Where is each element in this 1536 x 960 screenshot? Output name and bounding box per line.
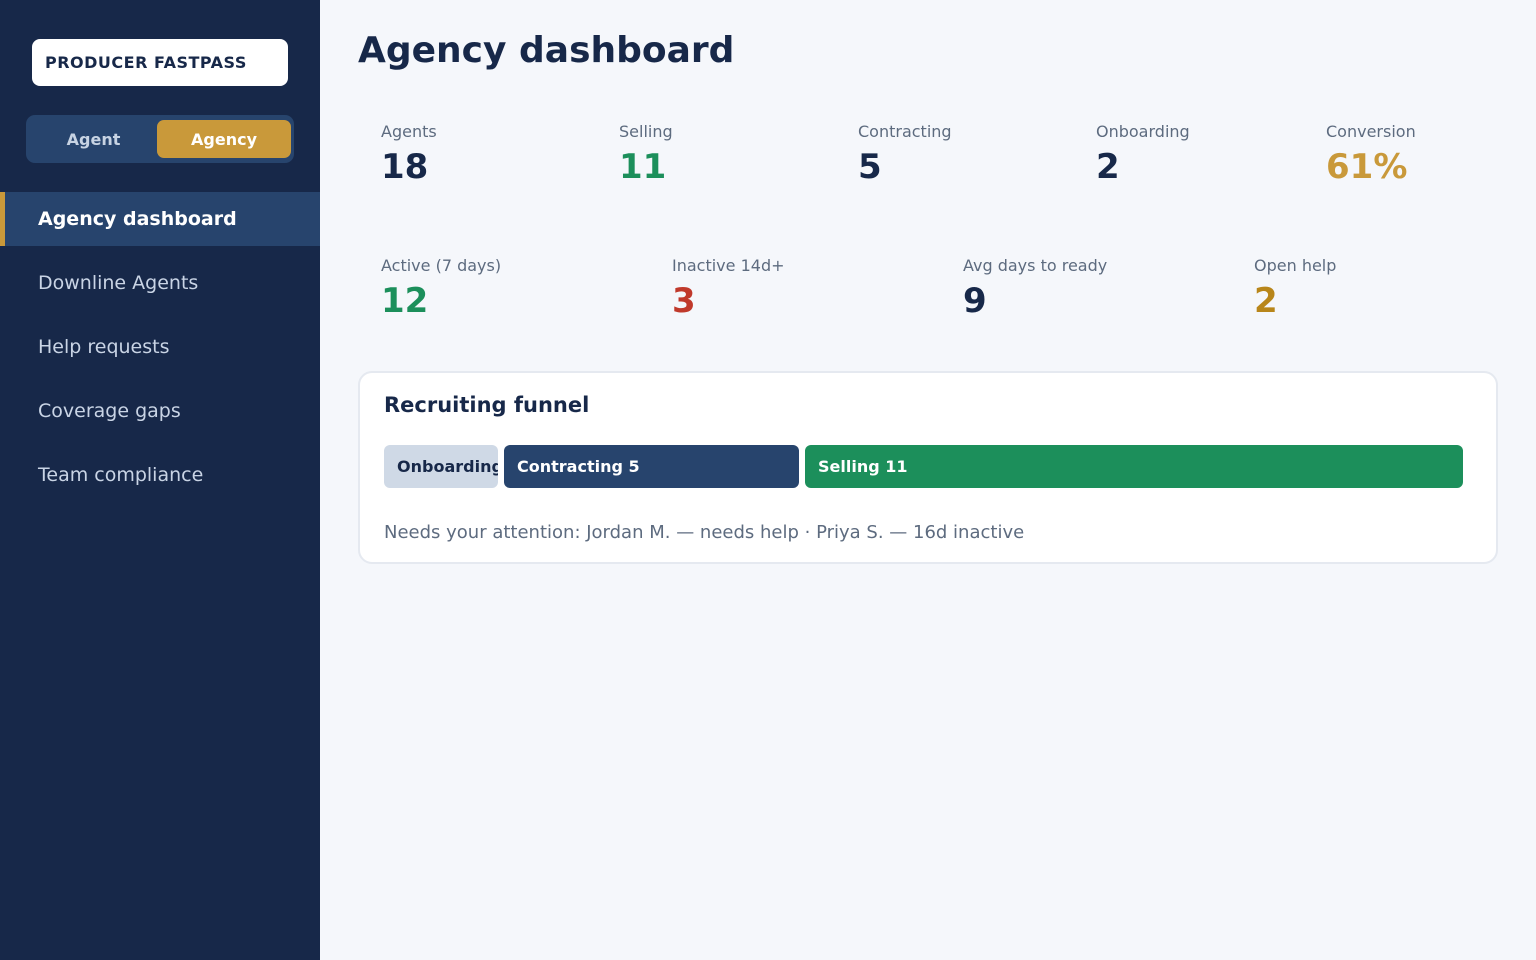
stat-value: 9 (963, 281, 987, 321)
attention-message: Needs your attention: Jordan M. — needs … (384, 522, 1025, 543)
stat-onboarding: Onboarding 2 (1096, 122, 1190, 187)
stat-value: 18 (381, 147, 429, 187)
stat-label: Agents (381, 122, 437, 141)
sidebar-item-downline-agents[interactable]: Downline Agents (0, 256, 320, 310)
app-root: PRODUCER FASTPASS Agent Agency Agency da… (0, 0, 1536, 960)
page-title: Agency dashboard (358, 30, 735, 71)
stat-agents: Agents 18 (381, 122, 437, 187)
stat-value: 11 (619, 147, 667, 187)
stat-value: 2 (1096, 147, 1120, 187)
stat-avg-days-to-ready: Avg days to ready 9 (963, 256, 1107, 321)
sidebar: PRODUCER FASTPASS Agent Agency Agency da… (0, 0, 320, 960)
stat-value: 3 (672, 281, 696, 321)
stat-conversion: Conversion 61% (1326, 122, 1416, 187)
brand-logo: PRODUCER FASTPASS (32, 39, 288, 86)
stat-value: 12 (381, 281, 429, 321)
card-title: Recruiting funnel (384, 393, 590, 417)
mode-agency-button[interactable]: Agency (157, 120, 291, 158)
sidebar-item-help-requests[interactable]: Help requests (0, 320, 320, 374)
stat-label: Onboarding (1096, 122, 1190, 141)
funnel-segment-selling[interactable]: Selling 11 (805, 445, 1463, 488)
sidebar-item-team-compliance[interactable]: Team compliance (0, 448, 320, 502)
sidebar-nav: Agency dashboard Downline Agents Help re… (0, 192, 320, 512)
stat-label: Selling (619, 122, 673, 141)
stat-contracting: Contracting 5 (858, 122, 952, 187)
funnel-segment-onboarding[interactable]: Onboarding 2 (384, 445, 498, 488)
funnel-bar: Onboarding 2 Contracting 5 Selling 11 (384, 445, 1464, 488)
stat-selling: Selling 11 (619, 122, 673, 187)
stat-value: 61% (1326, 147, 1408, 187)
mode-toggle: Agent Agency (26, 115, 294, 163)
funnel-segment-contracting[interactable]: Contracting 5 (504, 445, 799, 488)
stat-label: Active (7 days) (381, 256, 502, 275)
stat-value: 5 (858, 147, 882, 187)
stat-open-help: Open help 2 (1254, 256, 1336, 321)
stat-label: Inactive 14d+ (672, 256, 785, 275)
mode-agent-button[interactable]: Agent (30, 120, 157, 158)
sidebar-item-coverage-gaps[interactable]: Coverage gaps (0, 384, 320, 438)
sidebar-item-agency-dashboard[interactable]: Agency dashboard (0, 192, 320, 246)
main-content: Agency dashboard Agents 18 Selling 11 Co… (320, 0, 1536, 960)
stat-label: Conversion (1326, 122, 1416, 141)
stat-label: Open help (1254, 256, 1337, 275)
recruiting-funnel-card: Recruiting funnel Onboarding 2 Contracti… (358, 371, 1498, 564)
stat-inactive-14d: Inactive 14d+ 3 (672, 256, 785, 321)
stat-label: Avg days to ready (963, 256, 1108, 275)
stat-label: Contracting (858, 122, 952, 141)
stat-active-7-days: Active (7 days) 12 (381, 256, 501, 321)
stat-value: 2 (1254, 281, 1278, 321)
